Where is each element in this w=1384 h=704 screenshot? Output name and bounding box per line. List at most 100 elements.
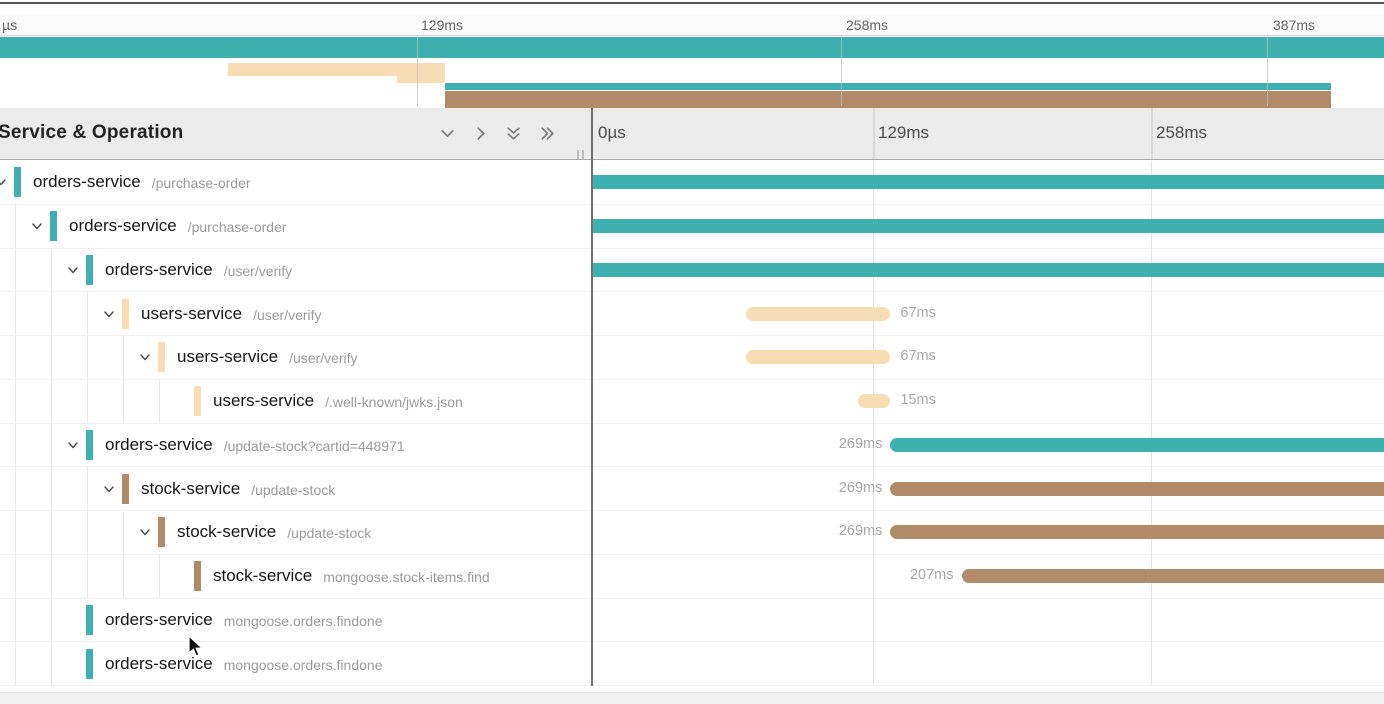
span-tree-cell[interactable]: users-service/.well-known/jwks.json — [0, 380, 592, 423]
trace-minimap[interactable]: µs129ms258ms387ms — [0, 0, 1384, 108]
span-expand-chevron-icon[interactable] — [138, 525, 152, 544]
span-row[interactable]: orders-service/purchase-order — [0, 161, 1384, 205]
operation-name: mongoose.stock-items.find — [323, 567, 490, 585]
tree-indent-guide — [159, 380, 160, 423]
expand-one-icon[interactable] — [469, 122, 492, 145]
span-expand-chevron-icon[interactable] — [102, 482, 116, 501]
span-duration-bar[interactable] — [890, 482, 1384, 496]
span-expand-chevron-icon[interactable] — [102, 307, 116, 326]
tree-indent-guide — [15, 292, 16, 335]
span-duration-label: 269ms — [839, 436, 883, 452]
operation-name: /user/verify — [253, 305, 321, 323]
timeline-gridline — [1151, 161, 1152, 685]
timeline-gridline — [873, 161, 874, 685]
service-name: orders-service — [33, 172, 141, 192]
expand-all-icon[interactable] — [535, 122, 558, 145]
tree-indent-guide — [123, 555, 124, 598]
span-duration-bar[interactable] — [746, 350, 890, 364]
span-duration-bar[interactable] — [593, 175, 1384, 189]
minimap-span-block-update-stock-teal — [445, 83, 1331, 90]
span-duration-label: 67ms — [900, 348, 935, 364]
span-duration-bar[interactable] — [890, 525, 1384, 539]
span-duration-bar[interactable] — [858, 394, 890, 408]
tree-indent-guide — [51, 555, 52, 598]
tree-indent-guide — [87, 380, 88, 423]
span-row[interactable]: stock-servicemongoose.stock-items.find20… — [0, 555, 1384, 599]
span-duration-bar[interactable] — [746, 307, 890, 321]
span-tree-cell[interactable]: orders-service/update-stock?cartid=44897… — [0, 424, 592, 467]
panel-divider[interactable] — [591, 108, 593, 686]
span-tree-cell[interactable]: orders-servicemongoose.orders.findone — [0, 599, 592, 642]
span-duration-bar[interactable] — [890, 438, 1384, 452]
minimap-axis-label: 387ms — [1273, 17, 1315, 33]
service-color-bar — [50, 211, 57, 241]
minimap-tick-line — [1267, 36, 1268, 106]
operation-name: /user/verify — [289, 348, 357, 366]
header-tick-separator — [1151, 108, 1153, 159]
tree-indent-guide — [15, 205, 16, 248]
span-labels: stock-service/update-stock — [141, 467, 335, 510]
tree-indent-guide — [51, 249, 52, 292]
span-tree-cell[interactable]: orders-service/purchase-order — [0, 161, 592, 204]
span-row[interactable]: users-service/user/verify67ms — [0, 292, 1384, 336]
tree-indent-guide — [87, 292, 88, 335]
collapse-all-icon[interactable] — [502, 122, 525, 145]
span-row[interactable]: stock-service/update-stock269ms — [0, 467, 1384, 511]
span-row[interactable]: stock-service/update-stock269ms — [0, 511, 1384, 555]
span-expand-chevron-icon[interactable] — [66, 438, 80, 457]
span-tree-cell[interactable]: users-service/user/verify — [0, 292, 592, 335]
bottom-scrollbar-track[interactable] — [0, 692, 1384, 704]
tree-indent-guide — [51, 467, 52, 510]
minimap-span-block-stock-spans-brown — [445, 91, 1331, 108]
service-color-bar — [194, 561, 201, 591]
tree-indent-guide — [15, 380, 16, 423]
service-name: users-service — [213, 391, 314, 411]
tree-indent-guide — [51, 511, 52, 554]
span-tree-cell[interactable]: stock-service/update-stock — [0, 511, 592, 554]
mouse-cursor — [188, 636, 208, 658]
top-border — [0, 2, 1384, 4]
service-color-bar — [14, 167, 21, 197]
minimap-axis-label: µs — [2, 17, 17, 33]
span-tree-cell[interactable]: stock-service/update-stock — [0, 467, 592, 510]
span-row[interactable]: users-service/user/verify 67ms — [0, 336, 1384, 380]
span-expand-chevron-icon[interactable] — [138, 350, 152, 369]
span-timeline-cell: 15ms — [593, 380, 1384, 423]
service-name: stock-service — [177, 522, 276, 542]
span-tree-cell[interactable]: users-service/user/verify — [0, 336, 592, 379]
span-row[interactable]: orders-service/update-stock?cartid=44897… — [0, 424, 1384, 468]
service-color-bar — [158, 342, 165, 372]
span-row[interactable]: users-service/.well-known/jwks.json15ms — [0, 380, 1384, 424]
span-row[interactable]: orders-service/purchase-order — [0, 205, 1384, 249]
service-name: users-service — [177, 347, 278, 367]
operation-name: mongoose.orders.findone — [224, 611, 383, 629]
operation-name: /purchase-order — [188, 217, 287, 235]
operation-name: /update-stock — [251, 480, 335, 498]
span-duration-bar[interactable] — [962, 569, 1384, 583]
span-tree-cell[interactable]: orders-service/purchase-order — [0, 205, 592, 248]
tree-indent-guide — [51, 599, 52, 642]
operation-name: /update-stock — [287, 523, 371, 541]
span-expand-chevron-icon[interactable] — [30, 219, 44, 238]
minimap-axis: µs129ms258ms387ms — [0, 14, 1384, 36]
minimap-span-block-jwks-span-cream — [397, 76, 445, 83]
header-tick-separator — [873, 108, 875, 159]
service-name: orders-service — [69, 216, 177, 236]
span-labels: orders-service/purchase-order — [33, 161, 251, 204]
collapse-one-icon[interactable] — [436, 122, 459, 145]
span-duration-bar[interactable] — [593, 219, 1384, 233]
span-expand-chevron-icon[interactable] — [0, 175, 8, 194]
tree-indent-guide — [51, 424, 52, 467]
span-duration-bar[interactable] — [593, 263, 1384, 277]
span-row[interactable]: orders-service/user/verify — [0, 249, 1384, 293]
column-resizer-handle[interactable] — [576, 150, 586, 160]
span-expand-chevron-icon[interactable] — [66, 263, 80, 282]
span-labels: orders-service/user/verify — [105, 249, 292, 292]
minimap-span-block-users-spans-cream — [228, 63, 445, 76]
span-tree-cell[interactable]: orders-service/user/verify — [0, 249, 592, 292]
operation-name: /purchase-order — [152, 173, 251, 191]
operation-name: /update-stock?cartid=448971 — [224, 436, 405, 454]
span-tree-cell[interactable]: orders-servicemongoose.orders.findone — [0, 642, 592, 685]
tree-indent-guide — [15, 467, 16, 510]
span-tree-cell[interactable]: stock-servicemongoose.stock-items.find — [0, 555, 592, 598]
